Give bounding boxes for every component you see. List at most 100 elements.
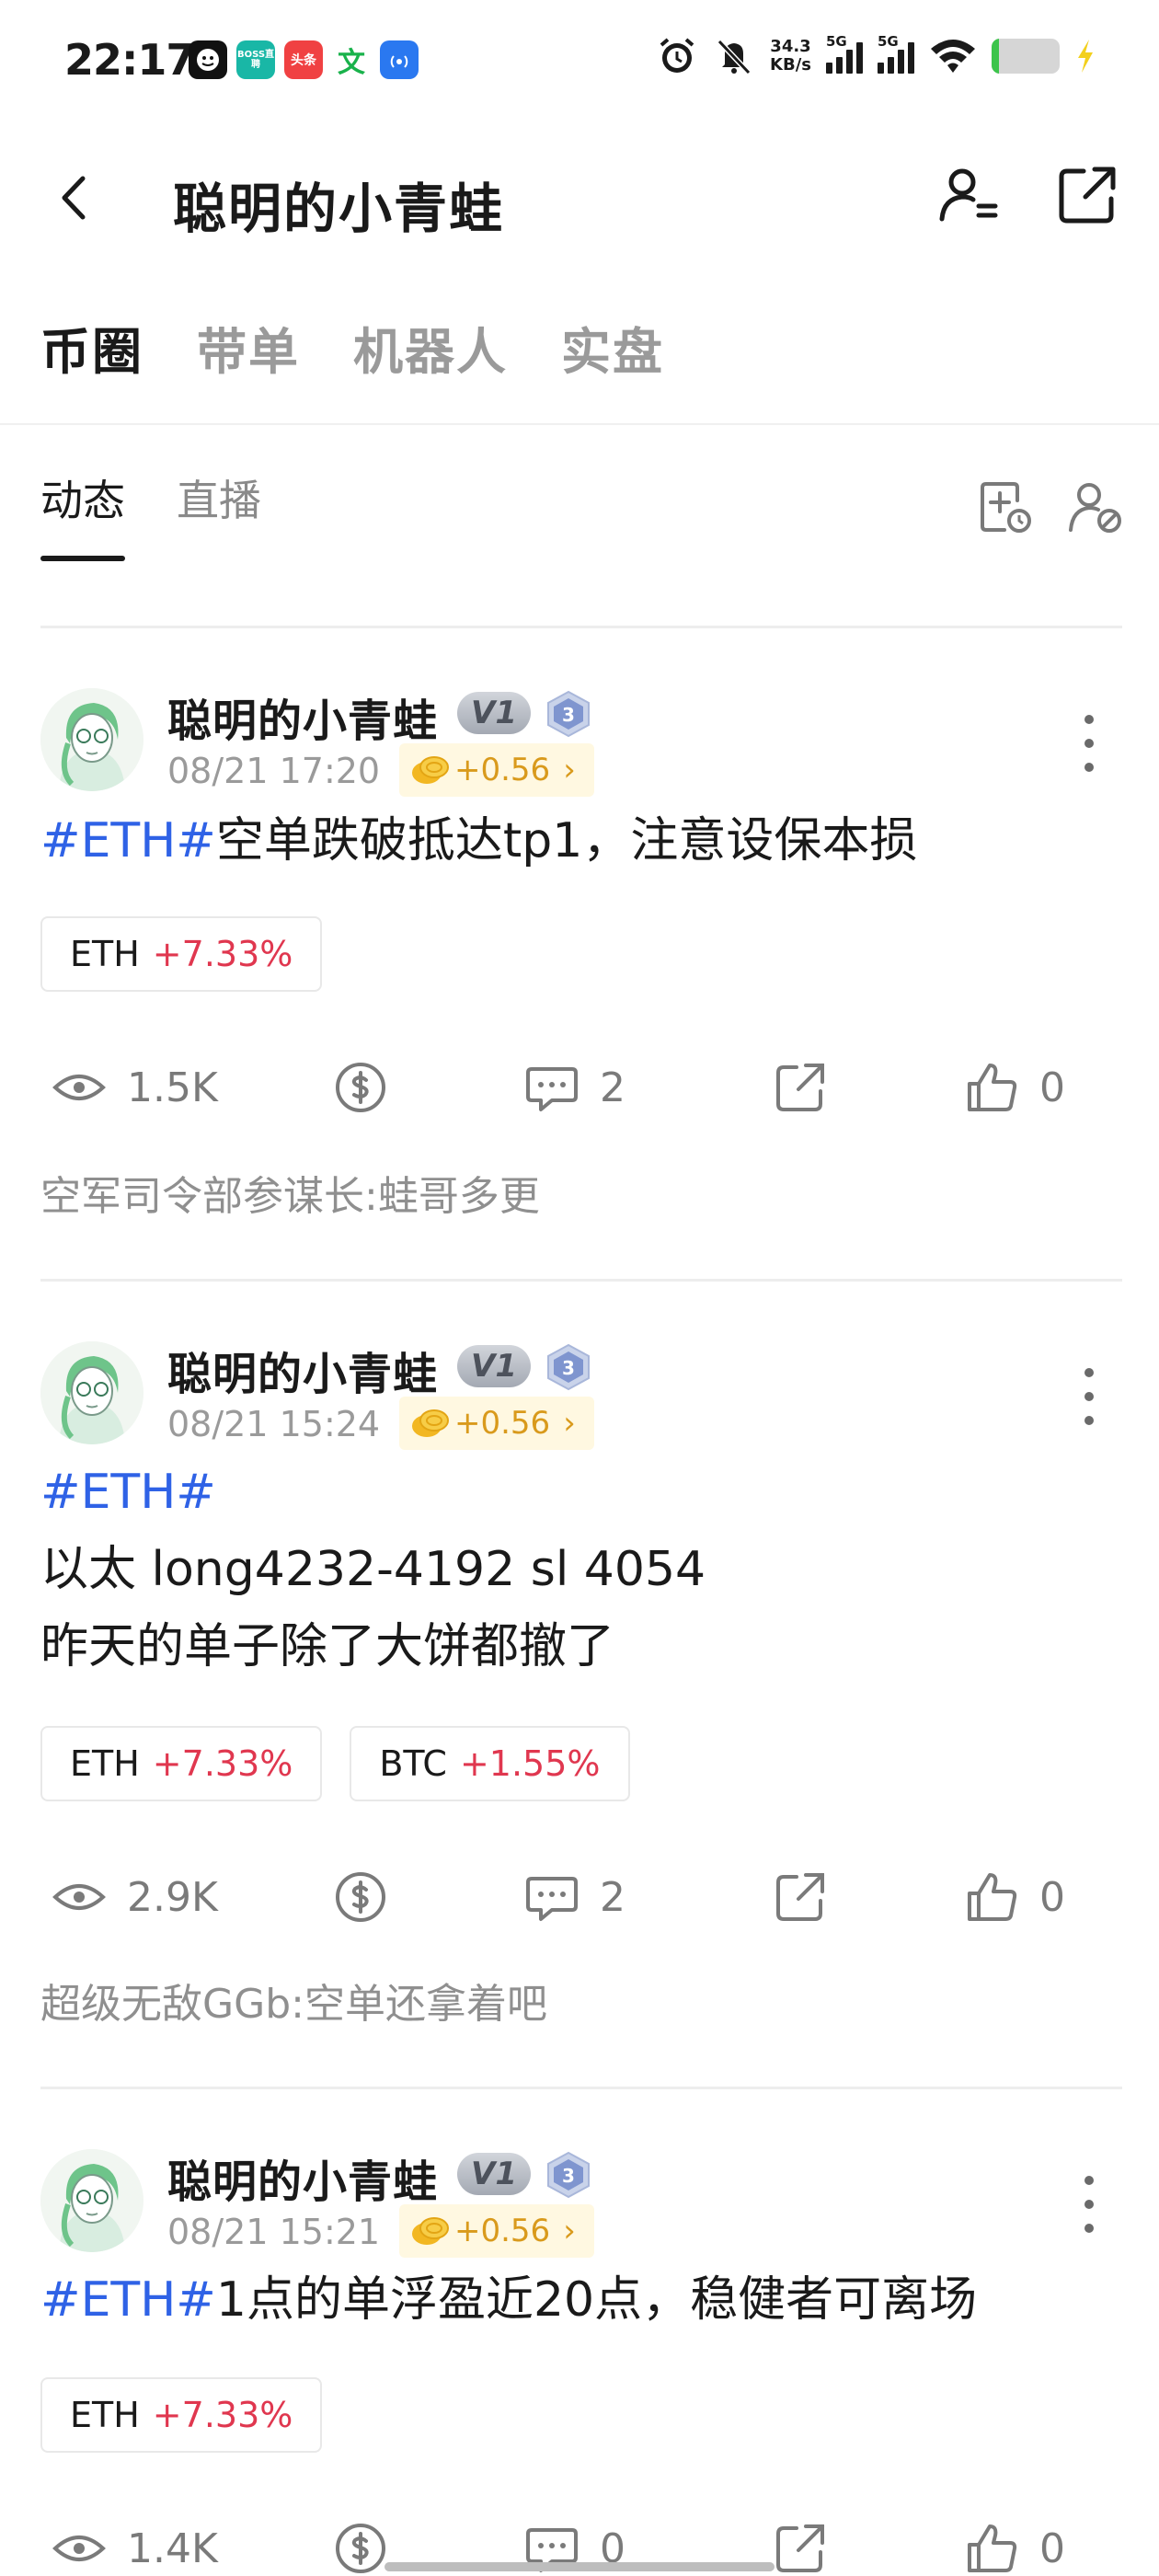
like-button[interactable]: 0 (964, 2521, 1065, 2576)
hashtag-link[interactable]: #ETH# (40, 1454, 706, 1531)
level-badge-icon: 3 (547, 2151, 590, 2199)
svg-text:3: 3 (562, 2165, 575, 2187)
home-indicator[interactable] (384, 2562, 775, 2571)
post-actions: 1.5K 2 0 (0, 1060, 1159, 1124)
share-icon[interactable] (1054, 162, 1120, 228)
svg-text:3: 3 (562, 1357, 575, 1379)
tab-copy-trading[interactable]: 带单 (197, 311, 300, 384)
soul-icon (189, 40, 227, 79)
chevron-right-icon: › (563, 752, 576, 788)
eye-icon (52, 2536, 106, 2561)
tip-button[interactable] (333, 1060, 388, 1115)
mute-icon (717, 39, 752, 75)
signal-app-icon (380, 40, 419, 79)
tip-button[interactable] (333, 2521, 388, 2576)
coin-icon (412, 756, 449, 784)
like-button[interactable]: 0 (964, 1869, 1065, 1925)
vip-badge: V1 (457, 2153, 531, 2195)
status-bar: 22:17 BOSS直聘 头条 文 34.3 KB/s 5G 5G (0, 0, 1159, 124)
eye-icon (52, 1075, 106, 1100)
svg-text:3: 3 (562, 704, 575, 726)
user-block-icon[interactable] (1067, 478, 1124, 535)
alarm-icon (660, 38, 694, 73)
vip-badge: V1 (457, 692, 531, 734)
comment-button[interactable]: 2 (524, 1060, 625, 1115)
post-content: #ETH#1点的单浮盈近20点，稳健者可离场 (40, 2272, 978, 2328)
forward-button[interactable] (773, 2521, 828, 2576)
forward-icon (776, 2524, 824, 2572)
author-name[interactable]: 聪明的小青蛙 (167, 684, 438, 749)
vip-badge: V1 (457, 1345, 531, 1387)
page-title: 聪明的小青蛙 (173, 178, 505, 240)
avatar[interactable] (40, 2149, 143, 2252)
coin-tag[interactable]: BTC +1.55% (350, 1726, 630, 1801)
user-profile-icon[interactable] (936, 164, 1001, 228)
tab-live-account[interactable]: 实盘 (561, 311, 664, 384)
reward-value: +0.56 (454, 752, 551, 788)
hashtag-link[interactable]: #ETH# (40, 2272, 216, 2328)
coin-tag[interactable]: ETH +7.33% (40, 1726, 323, 1801)
post-actions: 2.9K 2 0 (0, 1869, 1159, 1934)
coin-icon (412, 1409, 449, 1437)
coin-tags: ETH +7.33% (40, 2377, 323, 2453)
comment-preview[interactable]: 空军司令部参谋长:蛙哥多更 (40, 1163, 540, 1222)
author-name[interactable]: 聪明的小青蛙 (167, 2145, 438, 2210)
post-card[interactable]: 聪明的小青蛙 V1 3 08/21 15:24 +0.56 › #ETH# 以太 … (0, 1323, 1159, 2096)
avatar[interactable] (40, 688, 143, 791)
post-time: 08/21 17:20 (167, 751, 381, 791)
post-time: 08/21 15:24 (167, 1404, 381, 1444)
header: 聪明的小青蛙 (0, 138, 1159, 258)
add-post-icon[interactable] (977, 478, 1034, 535)
author-name[interactable]: 聪明的小青蛙 (167, 1338, 438, 1402)
coin-icon (412, 2217, 449, 2245)
reward-tag[interactable]: +0.56 › (399, 2204, 594, 2258)
reward-tag[interactable]: +0.56 › (399, 1397, 594, 1450)
coin-tag[interactable]: ETH +7.33% (40, 916, 323, 992)
charging-icon (1078, 40, 1093, 73)
toutiao-icon: 头条 (284, 40, 323, 79)
more-options-icon[interactable] (1073, 1360, 1106, 1433)
main-tabs: 币圈 带单 机器人 实盘 (40, 311, 664, 384)
forward-icon (776, 1064, 824, 1111)
hashtag-link[interactable]: #ETH# (40, 813, 216, 868)
divider (40, 626, 1122, 628)
eye-icon (52, 1884, 106, 1910)
system-icons: 34.3 KB/s 5G 5G (656, 33, 1096, 77)
divider (40, 2087, 1122, 2089)
comment-icon (526, 1067, 578, 1111)
coin-tip-icon (336, 2524, 385, 2573)
reward-tag[interactable]: +0.56 › (399, 743, 594, 797)
reward-value: +0.56 (454, 2213, 551, 2249)
tab-robot[interactable]: 机器人 (353, 311, 508, 384)
thumbs-up-icon (968, 1064, 1017, 1111)
thumbs-up-icon (968, 2524, 1017, 2572)
avatar[interactable] (40, 1341, 143, 1444)
notification-icons: BOSS直聘 头条 文 (189, 40, 419, 79)
forward-button[interactable] (773, 1869, 828, 1925)
like-button[interactable]: 0 (964, 1060, 1065, 1115)
level-badge-icon: 3 (547, 690, 590, 738)
post-card[interactable]: 聪明的小青蛙 V1 3 08/21 17:20 +0.56 › #ETH#空单跌… (0, 670, 1159, 1282)
divider (0, 423, 1159, 425)
post-card[interactable]: 聪明的小青蛙 V1 3 08/21 15:21 +0.56 › #ETH#1点的… (0, 2131, 1159, 2576)
reward-value: +0.56 (454, 1405, 551, 1442)
tab-crypto[interactable]: 币圈 (40, 311, 143, 384)
wen-icon: 文 (332, 40, 371, 79)
views-stat: 1.4K (52, 2521, 218, 2576)
forward-button[interactable] (773, 1060, 828, 1115)
comment-preview[interactable]: 超级无敌GGb:空单还拿着吧 (40, 1971, 547, 2030)
sub-tabs: 动态 直播 (40, 467, 261, 561)
coin-tag[interactable]: ETH +7.33% (40, 2377, 323, 2453)
back-arrow-icon[interactable] (48, 166, 103, 230)
comment-icon (526, 1877, 578, 1921)
comment-button[interactable]: 2 (524, 1869, 625, 1925)
wifi-icon (931, 40, 975, 73)
more-options-icon[interactable] (1073, 707, 1106, 780)
post-content: #ETH#空单跌破抵达tp1，注意设保本损 (40, 813, 918, 868)
tab-live[interactable]: 直播 (177, 467, 261, 561)
more-options-icon[interactable] (1073, 2168, 1106, 2241)
chevron-right-icon: › (563, 1405, 576, 1442)
tip-button[interactable] (333, 1869, 388, 1925)
views-stat: 1.5K (52, 1060, 218, 1115)
tab-feed[interactable]: 动态 (40, 467, 125, 561)
